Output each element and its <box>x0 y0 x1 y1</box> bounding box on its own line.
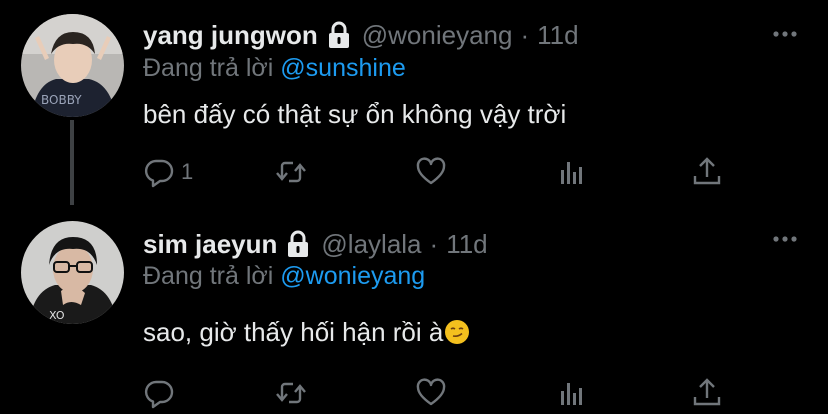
user-handle[interactable]: @laylala <box>321 227 421 261</box>
retweet-icon <box>276 382 306 404</box>
avatar[interactable]: BOBBY <box>21 14 124 117</box>
lock-icon <box>326 21 352 49</box>
reply-button[interactable]: 1 <box>143 152 193 192</box>
like-button[interactable] <box>415 373 447 413</box>
replying-to: Đang trả lời @sunshine <box>143 52 406 84</box>
replying-to-label: Đang trả lời <box>143 262 274 290</box>
tweet[interactable]: BOBBY yang jungwon @wonieyang · 11d Đang… <box>0 0 828 205</box>
share-button[interactable] <box>691 152 723 192</box>
more-options-icon[interactable] <box>772 229 798 249</box>
share-icon <box>693 378 721 406</box>
display-name[interactable]: yang jungwon <box>143 18 318 52</box>
like-button[interactable] <box>415 152 447 192</box>
analytics-icon <box>561 162 582 184</box>
reply-mention-link[interactable]: @wonieyang <box>280 262 425 290</box>
smirking-face-emoji-icon <box>445 320 470 344</box>
retweet-icon <box>276 161 306 183</box>
reply-icon <box>144 159 174 188</box>
reply-count: 1 <box>181 159 194 184</box>
replying-to-label: Đang trả lời <box>143 54 274 82</box>
analytics-button[interactable] <box>556 373 588 413</box>
svg-text:XO: XO <box>49 309 65 322</box>
tweet-text: bên đấy có thật sự ổn không vậy trời <box>143 99 567 129</box>
more-options-icon[interactable] <box>772 24 798 44</box>
action-bar: 1 <box>143 152 743 192</box>
lock-icon <box>285 230 311 258</box>
tweet-header: sim jaeyun @laylala · 11d <box>143 227 488 261</box>
reply-button[interactable] <box>143 373 181 413</box>
timestamp[interactable]: 11d <box>537 18 578 52</box>
share-icon <box>693 157 721 185</box>
tweet-header: yang jungwon @wonieyang · 11d <box>143 18 579 52</box>
retweet-button[interactable] <box>275 373 307 413</box>
action-bar <box>143 373 743 413</box>
tweet-text-content: sao, giờ thấy hối hận rồi à <box>143 317 444 347</box>
heart-icon <box>416 378 446 406</box>
analytics-icon <box>561 383 582 405</box>
separator-dot: · <box>429 229 439 259</box>
separator-dot: · <box>520 20 530 50</box>
reply-icon <box>144 380 174 409</box>
display-name[interactable]: sim jaeyun <box>143 227 277 261</box>
user-handle[interactable]: @wonieyang <box>362 18 513 52</box>
share-button[interactable] <box>691 373 723 413</box>
tweet-text: sao, giờ thấy hối hận rồi à <box>143 314 470 350</box>
avatar[interactable]: XO <box>21 221 124 324</box>
thread-line <box>70 120 74 205</box>
replying-to: Đang trả lời @wonieyang <box>143 260 425 292</box>
retweet-button[interactable] <box>275 152 307 192</box>
analytics-button[interactable] <box>556 152 588 192</box>
tweet[interactable]: XO sim jaeyun @laylala · 11d Đang trả lờ… <box>0 205 828 414</box>
heart-icon <box>416 157 446 185</box>
svg-text:BOBBY: BOBBY <box>41 93 82 107</box>
reply-mention-link[interactable]: @sunshine <box>280 54 405 82</box>
timestamp[interactable]: 11d <box>446 227 487 261</box>
